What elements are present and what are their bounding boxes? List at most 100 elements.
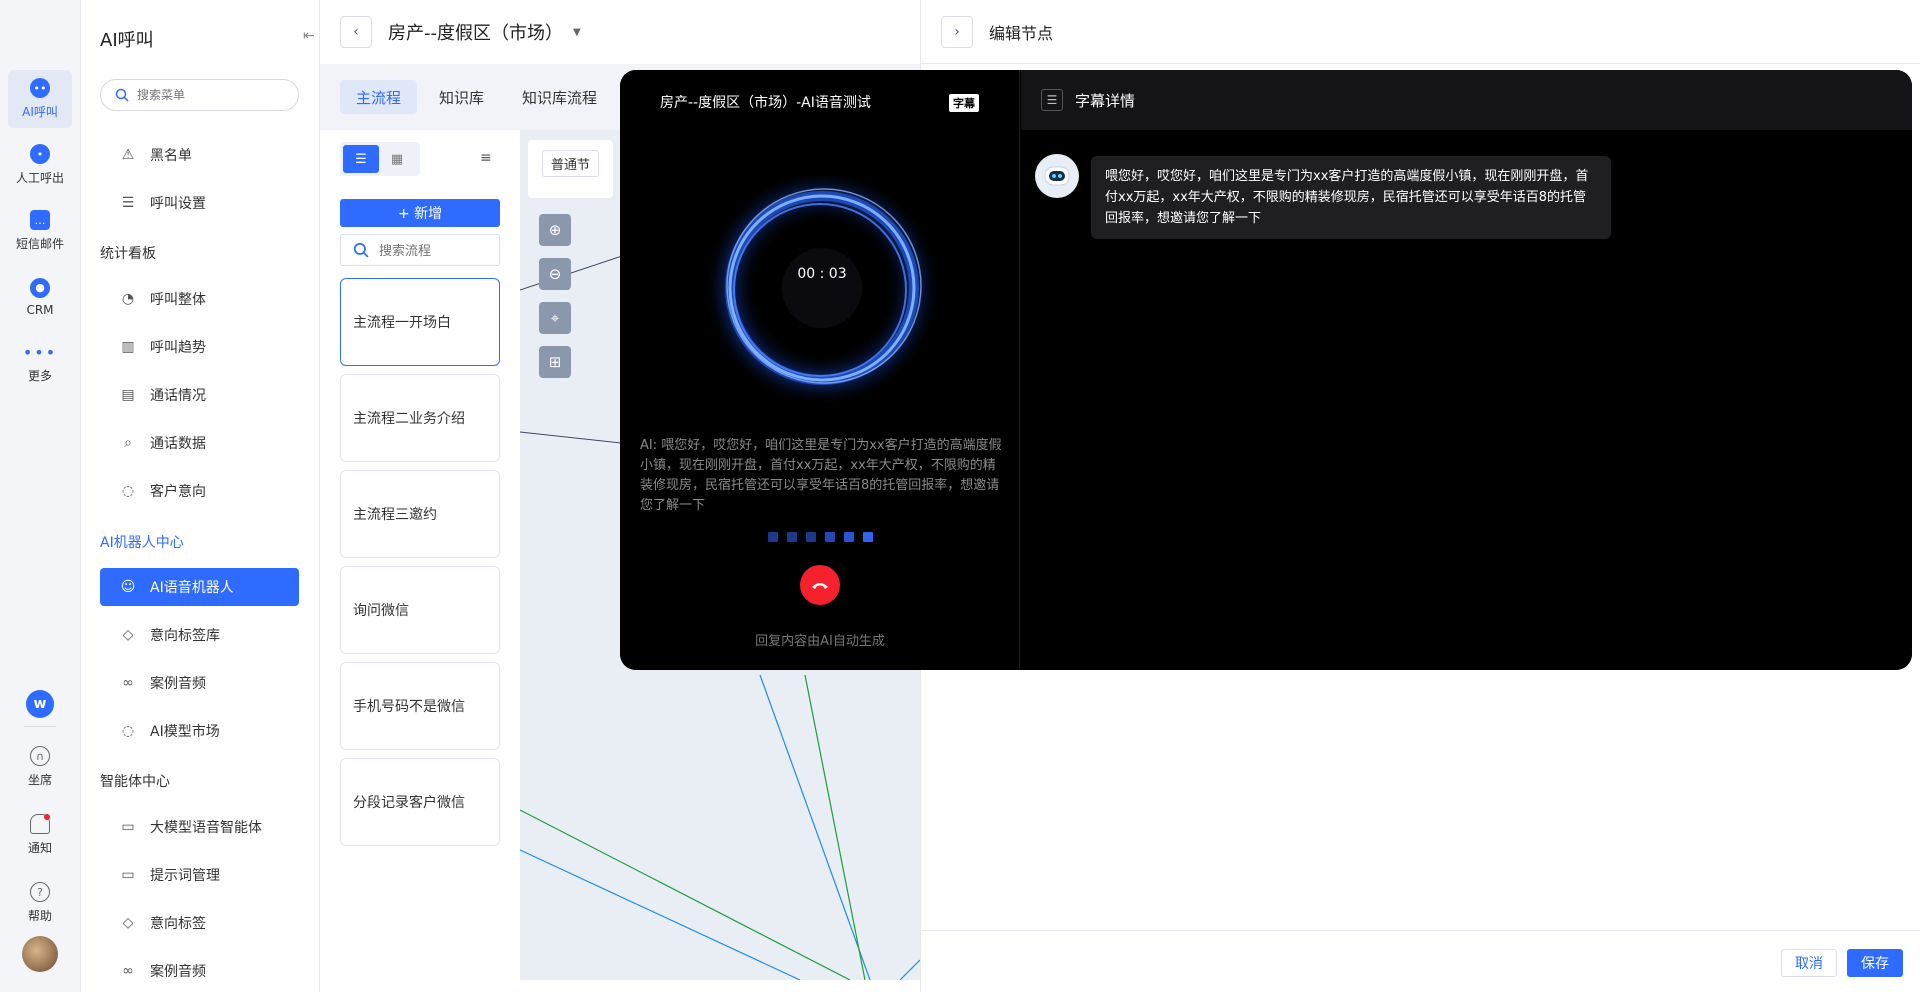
call-title: 房产--度假区（市场）-AI语音测试 xyxy=(660,95,871,111)
flow-list: ☰ ▦ ≡ + 新增 主流程一开场白 主流程二业务介绍 主流程三邀约 询问微信 … xyxy=(320,130,520,992)
menu-item-case-audio-2[interactable]: ∞ 案例音频 xyxy=(100,952,299,990)
subtitle-toggle-badge[interactable]: 字幕 xyxy=(949,94,979,112)
brand-logo-icon[interactable]: w xyxy=(26,690,54,718)
menu-item-intent-tags[interactable]: ◇ 意向标签 xyxy=(100,904,299,942)
robot-avatar-icon xyxy=(1035,154,1079,198)
phone-hangup-icon xyxy=(812,583,828,589)
call-timer: 00 : 03 xyxy=(797,266,847,282)
call-panel: 房产--度假区（市场）-AI语音测试 字幕 00 : 03 AI: 喂您好，哎您… xyxy=(620,70,1020,670)
search-icon xyxy=(353,242,369,258)
collapse-menu-icon[interactable]: ⇤ xyxy=(303,28,315,44)
audio-bar xyxy=(768,532,778,542)
audio-bar xyxy=(863,532,873,542)
pie-chart-icon: ◔ xyxy=(121,291,135,307)
search-icon xyxy=(115,88,129,102)
rail-item-sms-mail[interactable]: … 短信邮件 xyxy=(8,202,72,260)
edit-node-header: › 编辑节点 xyxy=(921,0,1920,64)
bar-chart-icon: ▥ xyxy=(121,339,135,355)
rail-item-crm[interactable]: ● CRM xyxy=(8,268,72,326)
help-icon: ? xyxy=(30,882,50,902)
menu-item-llm-voice-agent[interactable]: ▭ 大模型语音智能体 xyxy=(100,808,299,846)
menu-item-label: 通话情况 xyxy=(150,388,206,404)
cancel-button[interactable]: 取消 xyxy=(1781,949,1837,977)
menu-item-prompt-mgmt[interactable]: ▭ 提示词管理 xyxy=(100,856,299,894)
grid-view-icon[interactable]: ▦ xyxy=(379,145,415,173)
icon-rail: •• AI呼叫 • 人工呼出 … 短信邮件 ● CRM ••• 更多 w ∩ 坐… xyxy=(0,0,81,992)
chevron-right-icon: › xyxy=(954,23,960,40)
back-button[interactable]: ‹ xyxy=(340,16,372,48)
tab-knowledge-base[interactable]: 知识库 xyxy=(423,80,500,114)
rail-item-manual-call[interactable]: • 人工呼出 xyxy=(8,136,72,194)
menu-item-case-audio[interactable]: ∞ 案例音频 xyxy=(100,664,299,702)
user-avatar[interactable] xyxy=(22,936,58,972)
warning-icon: ⚠ xyxy=(121,147,135,163)
flow-card[interactable]: 主流程二业务介绍 xyxy=(340,374,500,462)
rail-item-ai-call[interactable]: •• AI呼叫 xyxy=(8,70,72,128)
caret-down-icon[interactable]: ▼ xyxy=(573,27,581,38)
expand-button[interactable]: › xyxy=(941,15,973,48)
menu-item-label: 案例音频 xyxy=(150,676,206,692)
message-square-icon: ▭ xyxy=(121,819,135,835)
menu-item-voice-robot[interactable]: ☺ AI语音机器人 xyxy=(100,568,299,606)
flow-card[interactable]: 主流程三邀约 xyxy=(340,470,500,558)
voicemail-icon: ∞ xyxy=(122,963,134,979)
rail-item-help[interactable]: ? 帮助 xyxy=(8,874,72,932)
menu-search[interactable] xyxy=(100,79,299,111)
flow-card[interactable]: 主流程一开场白 xyxy=(340,278,500,366)
menu-item-call-overall[interactable]: ◔ 呼叫整体 xyxy=(100,280,299,318)
audio-bar xyxy=(825,532,835,542)
tag-icon: ◇ xyxy=(122,915,134,931)
chat-circle-icon: ◌ xyxy=(121,723,135,739)
rail-item-more[interactable]: ••• 更多 xyxy=(8,334,72,392)
view-toggle: ☰ ▦ xyxy=(340,142,420,176)
tree-layout-icon[interactable]: ⊞ xyxy=(539,346,571,378)
menu-item-intent-tags-lib[interactable]: ◇ 意向标签库 xyxy=(100,616,299,654)
flow-card[interactable]: 手机号码不是微信 xyxy=(340,662,500,750)
sort-icon[interactable]: ≡ xyxy=(480,150,492,166)
zoom-in-icon[interactable]: ⊕ xyxy=(539,214,571,246)
save-button[interactable]: 保存 xyxy=(1847,949,1903,977)
menu-item-label: AI语音机器人 xyxy=(150,580,234,596)
robot-chat-icon: ☺ xyxy=(120,579,136,595)
menu-item-call-trend[interactable]: ▥ 呼叫趋势 xyxy=(100,328,299,366)
rail-item-notice[interactable]: 通知 xyxy=(8,806,72,864)
subtitle-list-icon[interactable]: ☰ xyxy=(1041,89,1063,111)
rail-item-label: 帮助 xyxy=(27,909,52,923)
manual-call-icon: • xyxy=(30,144,50,164)
list-view-icon[interactable]: ☰ xyxy=(343,145,379,173)
node-chip[interactable]: 普通节 xyxy=(528,140,614,198)
flow-card[interactable]: 分段记录客户微信 xyxy=(340,758,500,846)
more-icon: ••• xyxy=(22,342,58,362)
menu-item-call-settings[interactable]: ☰ 呼叫设置 xyxy=(100,184,299,222)
hangup-button[interactable] xyxy=(800,565,840,605)
menu-item-call-data[interactable]: ⌕ 通话数据 xyxy=(100,424,299,462)
menu-item-label: 案例音频 xyxy=(150,964,206,980)
flow-search[interactable] xyxy=(340,234,500,266)
flow-search-input[interactable] xyxy=(379,242,489,258)
menu-item-label: 呼叫设置 xyxy=(150,196,206,212)
menu-item-customer-intent[interactable]: ◌ 客户意向 xyxy=(100,472,299,510)
rail-item-agent-seat[interactable]: ∩ 坐席 xyxy=(8,738,72,796)
tab-knowledge-flow[interactable]: 知识库流程 xyxy=(506,80,613,114)
audio-bar xyxy=(844,532,854,542)
crm-icon: ● xyxy=(30,277,50,298)
locate-icon[interactable]: ⌖ xyxy=(539,302,571,334)
edit-node-footer: 取消 保存 xyxy=(921,930,1920,992)
add-flow-button[interactable]: + 新增 xyxy=(340,199,500,227)
menu-item-call-status[interactable]: ▤ 通话情况 xyxy=(100,376,299,414)
menu-item-blacklist[interactable]: ⚠ 黑名单 xyxy=(100,136,299,174)
menu-search-input[interactable] xyxy=(137,88,287,102)
flow-card[interactable]: 询问微信 xyxy=(340,566,500,654)
ai-call-icon: •• xyxy=(30,78,50,98)
audio-bar xyxy=(787,532,797,542)
menu-sidebar: AI呼叫 ⇤ ⚠ 黑名单 ☰ 呼叫设置 统计看板 ◔ 呼叫整体 ▥ 呼叫趋势 ▤ 通话情况… xyxy=(81,0,320,992)
zoom-out-icon[interactable]: ⊖ xyxy=(539,258,571,290)
subtitle-panel-title: 字幕详情 xyxy=(1075,91,1136,110)
menu-item-model-market[interactable]: ◌ AI模型市场 xyxy=(100,712,299,750)
tab-main-flow[interactable]: 主流程 xyxy=(340,80,418,114)
message-square-icon: ▭ xyxy=(121,867,135,883)
robot-face-icon xyxy=(1044,166,1070,186)
flow-title[interactable]: 房产--度假区（市场） xyxy=(388,19,563,45)
rail-item-label: 更多 xyxy=(27,368,52,383)
menu-item-label: 意向标签库 xyxy=(150,628,220,644)
